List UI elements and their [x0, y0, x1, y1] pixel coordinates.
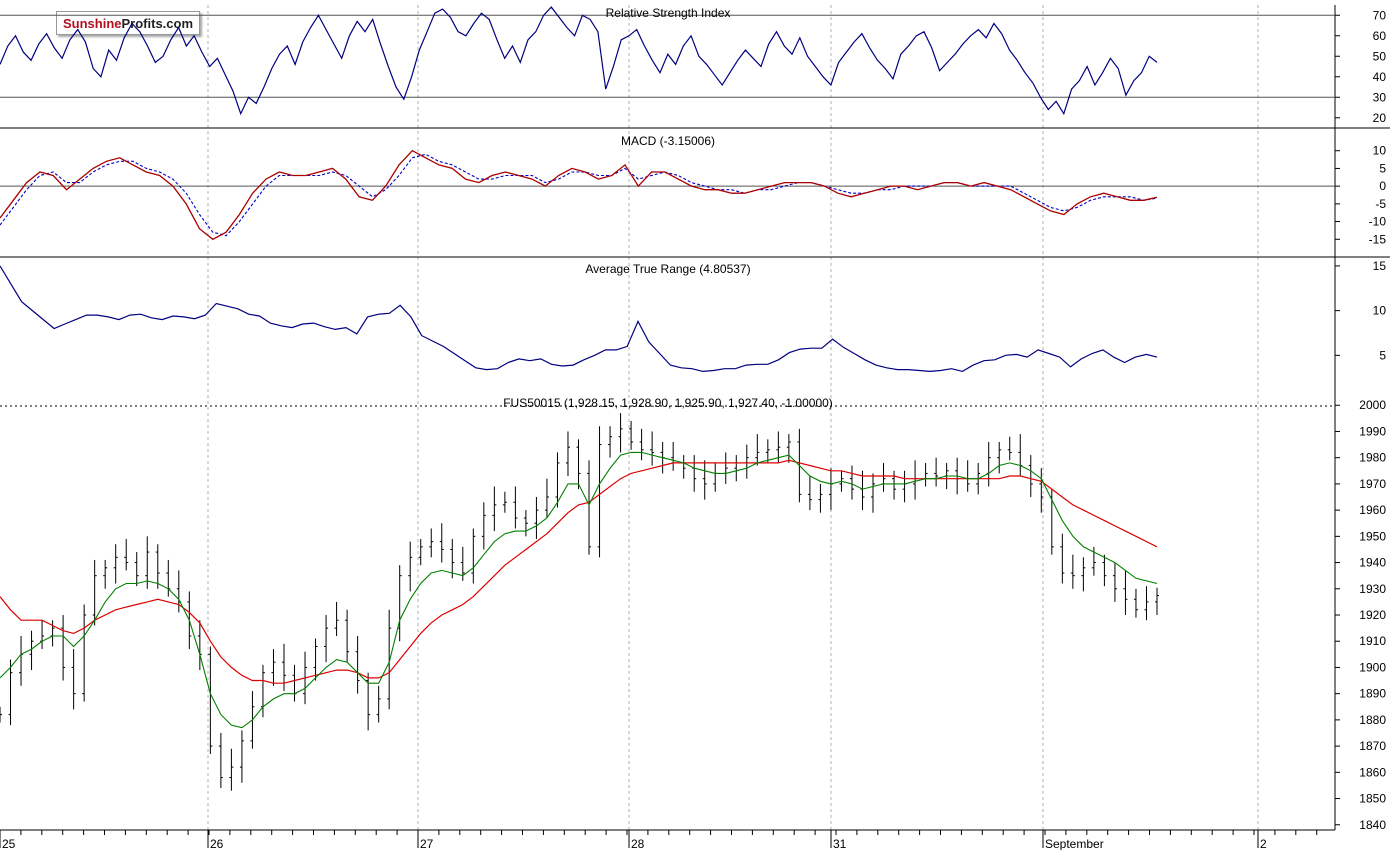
rsi-tick-label: 30: [1373, 90, 1387, 104]
macd-line: [0, 149, 1158, 241]
price-tick-label: 1840: [1359, 818, 1386, 832]
price-tick-label: 1890: [1359, 687, 1386, 701]
rsi-tick-label: 50: [1373, 49, 1387, 63]
x-axis-label: 28: [631, 837, 645, 850]
x-axis-label: 25: [2, 837, 16, 850]
price-tick-label: 1850: [1359, 792, 1386, 806]
x-axis-label: 27: [420, 837, 434, 850]
atr-tick-label: 15: [1373, 259, 1387, 273]
price-tick-label: 2000: [1359, 398, 1386, 412]
price-tick-label: 1900: [1359, 660, 1386, 674]
price-tick-label: 1920: [1359, 608, 1386, 622]
price-tick-label: 1930: [1359, 582, 1386, 596]
price-tick-label: 1990: [1359, 424, 1386, 438]
stacked-chart: 203040506070Relative Strength Index-15-1…: [0, 5, 1390, 850]
macd-tick-label: -10: [1369, 215, 1387, 229]
x-axis-label: September: [1045, 837, 1104, 850]
price-tick-label: 1940: [1359, 556, 1386, 570]
macd-tick-label: 10: [1373, 144, 1387, 158]
price-tick-label: 1980: [1359, 451, 1386, 465]
macd-title: MACD (-3.15006): [621, 134, 715, 148]
macd-tick-label: -15: [1369, 232, 1387, 246]
rsi-tick-label: 40: [1373, 70, 1387, 84]
price-tick-label: 1970: [1359, 477, 1386, 491]
macd-tick-label: 5: [1379, 161, 1386, 175]
macd-signal-line: [0, 153, 1158, 237]
price-title: FUS50015 (1,928.15, 1,928.90, 1,925.90, …: [503, 396, 833, 410]
rsi-tick-label: 60: [1373, 29, 1387, 43]
x-axis-label: 26: [210, 837, 224, 850]
price-bars: [0, 413, 1159, 791]
rsi-title: Relative Strength Index: [606, 6, 731, 20]
price-tick-label: 1870: [1359, 739, 1386, 753]
short-moving-average: [0, 451, 1158, 729]
price-tick-label: 1950: [1359, 529, 1386, 543]
macd-tick-label: -5: [1375, 197, 1386, 211]
price-tick-label: 1880: [1359, 713, 1386, 727]
price-tick-label: 1910: [1359, 634, 1386, 648]
rsi-tick-label: 20: [1373, 111, 1387, 125]
atr-tick-label: 5: [1379, 348, 1386, 362]
long-moving-average: [0, 459, 1158, 684]
price-tick-label: 1960: [1359, 503, 1386, 517]
x-axis-label: 2: [1260, 837, 1267, 850]
x-axis-label: 31: [833, 837, 847, 850]
rsi-tick-label: 70: [1373, 8, 1387, 22]
atr-line: [0, 265, 1158, 373]
price-tick-label: 1860: [1359, 765, 1386, 779]
atr-title: Average True Range (4.80537): [585, 262, 750, 276]
macd-tick-label: 0: [1379, 179, 1386, 193]
atr-tick-label: 10: [1373, 304, 1387, 318]
